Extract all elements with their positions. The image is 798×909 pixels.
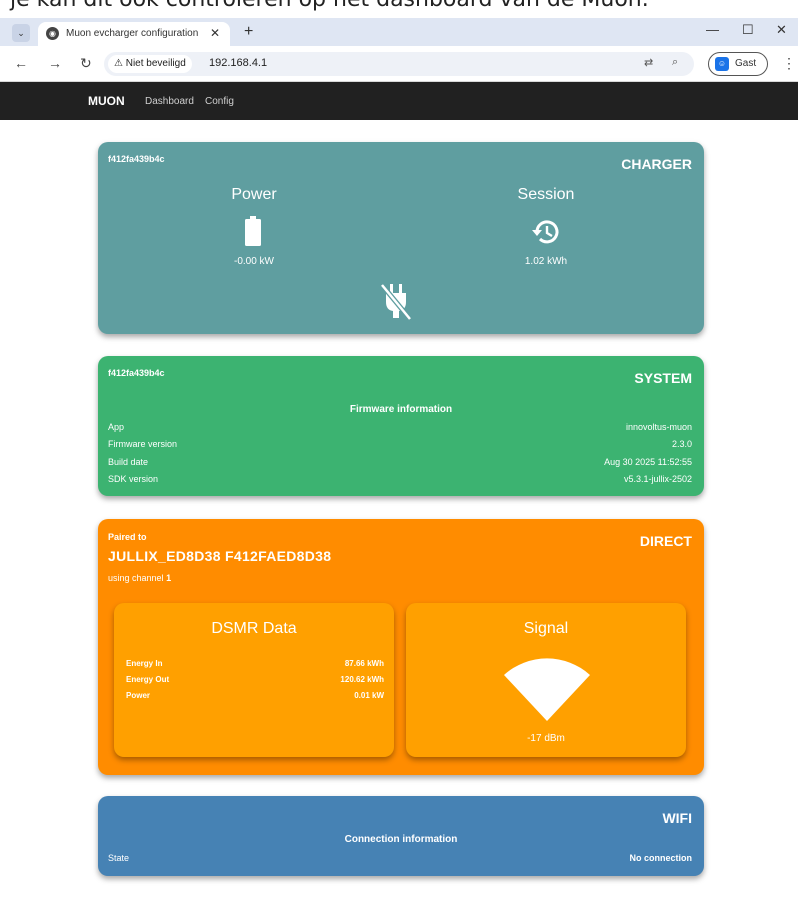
signal-panel: Signal -17 dBm (406, 603, 686, 757)
browser-tab-bar: ⌄ ◉ Muon evcharger configuration ✕ + — ☐… (0, 18, 798, 46)
dsmr-panel: DSMR Data Energy In 87.66 kWh Energy Out… (114, 603, 394, 757)
session-label: Session (517, 186, 575, 203)
tab-close-icon[interactable]: ✕ (210, 26, 220, 40)
translate-icon[interactable]: ⇄ (644, 56, 653, 69)
dsmr-title: DSMR Data (211, 620, 297, 637)
browser-tab[interactable]: ◉ Muon evcharger configuration ✕ (38, 22, 230, 46)
channel-number: 1 (166, 573, 172, 583)
new-tab-button[interactable]: + (244, 23, 253, 41)
channel-text: using channel (108, 573, 164, 583)
system-key: Firmware version (108, 439, 178, 449)
browser-toolbar: ← → ↻ ⚠ Niet beveiligd 192.168.4.1 ⇄ ⌕ ☺… (0, 46, 798, 82)
tab-search-icon[interactable]: ⌄ (12, 24, 30, 42)
system-key: Build date (108, 457, 149, 467)
system-card: f412fa439b4c SYSTEM Firmware information… (98, 356, 704, 496)
favicon-icon: ◉ (46, 27, 59, 40)
firmware-section-title: Firmware information (349, 404, 453, 415)
security-chip[interactable]: ⚠ Niet beveiligd (108, 55, 192, 73)
dsmr-value: 87.66 kWh (344, 659, 384, 668)
system-key: App (108, 422, 125, 432)
paired-peer: JULLIX_ED8D38 F412FAED8D38 (108, 548, 332, 564)
url-text[interactable]: 192.168.4.1 (209, 57, 267, 69)
system-value: v5.3.1-jullix-2502 (623, 474, 692, 484)
session-value: 1.02 kWh (524, 256, 568, 267)
system-value: 2.3.0 (671, 439, 692, 449)
power-label: Power (231, 186, 277, 203)
history-icon (532, 220, 559, 244)
window-close-icon[interactable]: ✕ (776, 22, 787, 38)
dsmr-key: Energy Out (126, 675, 170, 684)
battery-icon (245, 216, 261, 246)
caption-strip: je kan dit ook controleren op het dashbo… (0, 0, 798, 18)
system-heading: SYSTEM (634, 370, 692, 386)
dsmr-value: 0.01 kW (354, 691, 384, 700)
profile-label: Gast (735, 58, 757, 69)
wifi-card: WIFI Connection information State No con… (98, 796, 704, 876)
forward-icon[interactable]: → (48, 55, 62, 71)
paired-label: Paired to (108, 532, 147, 542)
signal-value: -17 dBm (527, 733, 565, 744)
system-key: SDK version (108, 474, 159, 484)
charger-device-id: f412fa439b4c (108, 154, 165, 164)
minimize-icon[interactable]: — (706, 22, 719, 37)
wifi-signal-icon (504, 658, 590, 721)
guest-icon: ☺ (715, 57, 729, 71)
signal-title: Signal (523, 620, 569, 637)
wifi-state-key: State (108, 853, 130, 863)
profile-button[interactable]: ☺ Gast (708, 52, 768, 76)
unplugged-icon (380, 283, 412, 321)
maximize-icon[interactable]: ☐ (742, 22, 754, 38)
app-navbar: MUON Dashboard Config (0, 82, 798, 120)
zoom-icon[interactable]: ⌕ (672, 56, 678, 69)
dsmr-value: 120.62 kWh (340, 675, 384, 684)
menu-icon[interactable]: ⋮ (782, 55, 796, 72)
tab-title: Muon evcharger configuration (66, 28, 199, 39)
channel-info: using channel 1 (108, 573, 171, 583)
nav-link-dashboard[interactable]: Dashboard (145, 96, 194, 107)
address-bar[interactable]: ⚠ Niet beveiligd 192.168.4.1 ⇄ ⌕ (104, 52, 694, 76)
caption-text: je kan dit ook controleren op het dashbo… (10, 0, 649, 12)
direct-heading: DIRECT (639, 533, 692, 549)
direct-card: Paired to DIRECT JULLIX_ED8D38 F412FAED8… (98, 519, 704, 775)
system-value: innovoltus-muon (625, 422, 692, 432)
wifi-state-value: No connection (629, 853, 693, 863)
back-icon[interactable]: ← (14, 55, 28, 71)
system-value: Aug 30 2025 11:52:55 (604, 457, 692, 467)
charger-card: f412fa439b4c CHARGER Power -0.00 kW Sess… (98, 142, 704, 334)
charger-heading: CHARGER (621, 156, 692, 172)
reload-icon[interactable]: ↻ (80, 55, 92, 72)
dsmr-key: Power (126, 691, 151, 700)
nav-link-config[interactable]: Config (205, 96, 234, 107)
dsmr-key: Energy In (126, 659, 163, 668)
system-device-id: f412fa439b4c (108, 368, 165, 378)
brand-logo[interactable]: MUON (88, 94, 125, 108)
wifi-heading: WIFI (662, 810, 692, 826)
power-value: -0.00 kW (233, 256, 274, 267)
connection-section-title: Connection information (344, 834, 458, 845)
